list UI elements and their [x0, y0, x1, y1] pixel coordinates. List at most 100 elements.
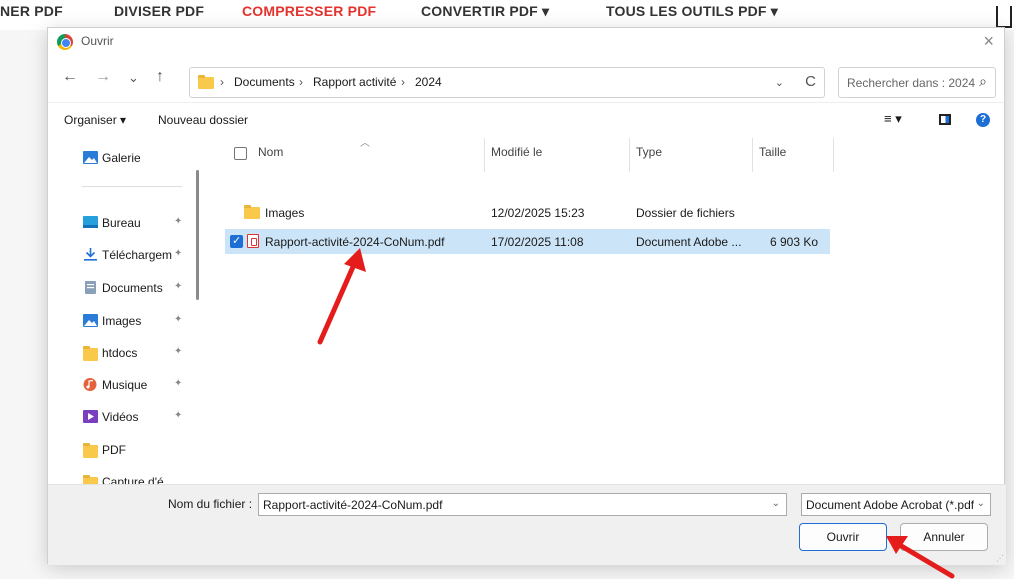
dialog-title: Ouvrir	[81, 34, 114, 48]
music-icon	[83, 378, 97, 391]
view-options-icon[interactable]: ≡ ▾	[884, 111, 902, 127]
pin-icon: ✦	[174, 314, 183, 325]
filename-input[interactable]: Rapport-activité-2024-CoNum.pdf ⌄	[258, 493, 787, 516]
chrome-icon	[57, 34, 73, 50]
chevron-right-icon: ›	[299, 75, 303, 89]
sidebar-item-documents[interactable]: Documents ✦	[83, 277, 203, 301]
open-button[interactable]: Ouvrir	[799, 523, 887, 551]
pin-icon: ✦	[174, 410, 183, 421]
file-modified: 12/02/2025 15:23	[491, 206, 585, 220]
search-input[interactable]: Rechercher dans : 2024 ⌕	[838, 67, 996, 98]
background-nav-bar: NER PDF DIVISER PDF COMPRESSER PDF CONVE…	[0, 0, 1014, 30]
sidebar-item-label: Documents	[102, 281, 163, 295]
chevron-right-icon: ›	[401, 75, 405, 89]
pin-icon: ✦	[174, 216, 183, 227]
download-icon[interactable]	[996, 6, 1012, 28]
folder-icon	[244, 205, 260, 219]
sidebar-item-label: Galerie	[102, 151, 141, 165]
address-bar[interactable]: › Documents › Rapport activité › 2024 ⌄ …	[189, 67, 825, 98]
chevron-down-icon[interactable]: ⌄	[772, 498, 780, 509]
dialog-toolbar: Organiser ▾ Nouveau dossier ≡ ▾ ?	[48, 102, 1004, 136]
sidebar-scrollbar[interactable]	[196, 170, 199, 300]
sidebar-item-videos[interactable]: Vidéos ✦	[83, 406, 203, 430]
organize-menu[interactable]: Organiser ▾	[64, 113, 126, 127]
nav-item-merge[interactable]: NER PDF	[0, 3, 63, 19]
file-name: Images	[265, 206, 305, 220]
sidebar-item-label: Capture d'é	[102, 475, 164, 484]
close-icon[interactable]: ×	[983, 31, 994, 52]
select-all-checkbox[interactable]	[234, 147, 247, 160]
column-divider	[484, 138, 485, 172]
refresh-icon[interactable]: C	[805, 73, 816, 90]
sort-caret-icon: ︿	[360, 138, 370, 149]
navigation-sidebar: Galerie Bureau ✦ Téléchargem ✦ Documents…	[48, 136, 205, 484]
folder-icon	[83, 475, 98, 484]
new-folder-button[interactable]: Nouveau dossier	[158, 113, 248, 127]
column-header-size[interactable]: Taille	[759, 145, 786, 159]
dialog-footer: Nom du fichier : Rapport-activité-2024-C…	[48, 484, 1006, 565]
sidebar-item-galerie[interactable]: Galerie	[83, 147, 203, 171]
sidebar-item-label: Musique	[102, 378, 148, 392]
video-icon	[83, 410, 98, 423]
sidebar-item-label: PDF	[102, 443, 126, 457]
sidebar-item-pdf[interactable]: PDF	[83, 439, 203, 463]
file-size: 6 903 Ko	[770, 235, 819, 249]
sidebar-item-telechargements[interactable]: Téléchargem ✦	[83, 244, 203, 268]
sidebar-item-label: Téléchargem	[102, 248, 173, 262]
pin-icon: ✦	[174, 248, 183, 259]
breadcrumb-documents[interactable]: Documents	[234, 75, 295, 89]
chevron-right-icon: ›	[220, 75, 224, 89]
row-checkbox[interactable]	[230, 234, 243, 248]
preview-pane-icon[interactable]	[939, 114, 951, 125]
filename-label: Nom du fichier :	[168, 497, 253, 511]
sidebar-item-htdocs[interactable]: htdocs ✦	[83, 342, 203, 366]
forward-arrow-icon[interactable]: →	[95, 68, 111, 86]
filename-value: Rapport-activité-2024-CoNum.pdf	[263, 498, 443, 512]
chevron-down-icon[interactable]: ⌄	[977, 498, 985, 509]
folder-icon	[83, 346, 98, 361]
breadcrumb-2024[interactable]: 2024	[415, 75, 442, 89]
search-icon[interactable]: ⌕	[979, 73, 987, 90]
sidebar-item-label: htdocs	[102, 346, 138, 360]
help-icon[interactable]: ?	[976, 113, 990, 127]
pin-icon: ✦	[174, 281, 183, 292]
nav-item-compress[interactable]: COMPRESSER PDF	[242, 3, 376, 19]
column-divider	[833, 138, 834, 172]
folder-icon	[198, 75, 214, 89]
column-header-modified[interactable]: Modifié le	[491, 145, 542, 159]
filetype-select[interactable]: Document Adobe Acrobat (*.pdf) ⌄	[801, 493, 991, 516]
sidebar-item-musique[interactable]: Musique ✦	[83, 374, 203, 398]
filetype-value: Document Adobe Acrobat (*.pdf)	[806, 498, 974, 512]
up-arrow-icon[interactable]: ↑	[156, 68, 164, 86]
folder-icon	[83, 443, 98, 458]
desktop-icon	[83, 216, 98, 228]
pin-icon: ✦	[174, 346, 183, 357]
pin-icon: ✦	[174, 378, 183, 389]
column-header-type[interactable]: Type	[636, 145, 662, 159]
sidebar-item-captures[interactable]: Capture d'é	[83, 471, 203, 484]
search-placeholder: Rechercher dans : 2024	[847, 76, 976, 90]
sidebar-item-label: Vidéos	[102, 410, 139, 424]
nav-item-convert[interactable]: CONVERTIR PDF ▾	[421, 3, 549, 20]
gallery-icon	[83, 151, 98, 164]
annotation-arrow-icon	[886, 536, 955, 579]
back-arrow-icon[interactable]: ←	[62, 68, 78, 86]
recent-locations-icon[interactable]: ⌄	[128, 70, 139, 86]
image-icon	[83, 314, 98, 327]
column-header-name[interactable]: Nom	[258, 145, 283, 159]
document-icon	[85, 281, 96, 294]
pdf-icon	[247, 234, 259, 248]
column-divider	[629, 138, 630, 172]
chevron-down-icon[interactable]: ⌄	[775, 76, 784, 89]
file-row-images[interactable]: Images 12/02/2025 15:23 Dossier de fichi…	[225, 200, 830, 225]
sidebar-item-bureau[interactable]: Bureau ✦	[83, 212, 203, 236]
nav-item-all-tools[interactable]: TOUS LES OUTILS PDF ▾	[606, 3, 778, 20]
open-file-dialog: Ouvrir × ← → ⌄ ↑ › Documents › Rapport a…	[47, 27, 1006, 565]
file-type: Document Adobe ...	[636, 235, 742, 249]
nav-item-split[interactable]: DIVISER PDF	[114, 3, 204, 19]
resize-grip-icon[interactable]: ⋰	[996, 554, 1004, 563]
file-modified: 17/02/2025 11:08	[491, 235, 584, 249]
breadcrumb-rapport-activite[interactable]: Rapport activité	[313, 75, 396, 89]
sidebar-item-label: Images	[102, 314, 142, 328]
sidebar-item-images[interactable]: Images ✦	[83, 310, 203, 334]
